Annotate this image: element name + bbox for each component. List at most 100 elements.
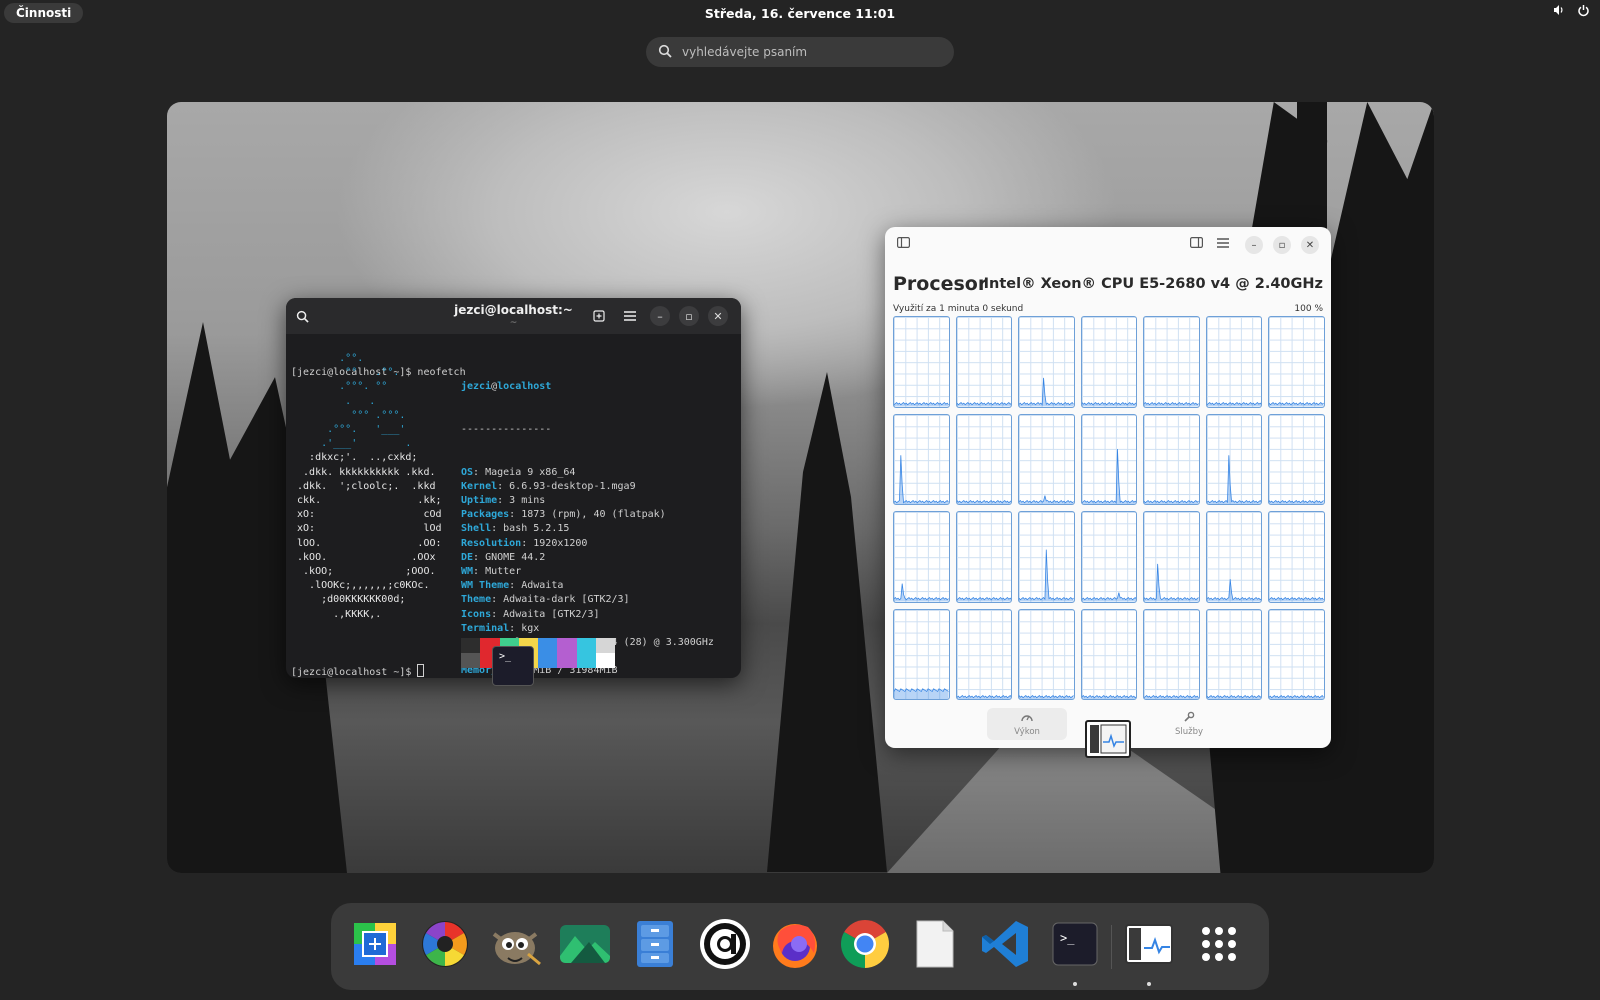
terminal-window-icon[interactable]: >_ bbox=[492, 646, 534, 686]
terminal-icon: >_ bbox=[1052, 922, 1098, 970]
ascii-line: ;d00KKKKKK00d; bbox=[291, 594, 406, 606]
minimize-icon[interactable]: – bbox=[650, 306, 670, 326]
palette-swatch bbox=[461, 653, 481, 668]
wrench-icon bbox=[1183, 711, 1195, 725]
ascii-line: .°°°. °° bbox=[291, 381, 388, 393]
panel-toggle-icon[interactable] bbox=[1190, 237, 1204, 252]
ascii-line: °° .°°. bbox=[291, 367, 400, 379]
ascii-line: .dkk. ';cloolc;. .kkd bbox=[291, 480, 436, 492]
letter-a-icon bbox=[699, 918, 751, 974]
terminal-title: jezci@localhost:~ bbox=[454, 303, 573, 317]
palette-swatch bbox=[538, 653, 558, 668]
running-indicator bbox=[1147, 982, 1151, 986]
firefox-app[interactable] bbox=[767, 918, 823, 974]
neofetch-info-line: DE: GNOME 44.2 bbox=[461, 551, 546, 563]
ascii-line: °°° .°°°. bbox=[291, 409, 406, 421]
neofetch-info-line: Resolution: 1920x1200 bbox=[461, 537, 588, 549]
firefox-icon bbox=[770, 919, 820, 973]
cpu-core-graph bbox=[1143, 413, 1200, 505]
ascii-line: .°°°. '___' bbox=[291, 424, 406, 436]
monitor-header[interactable]: – ▫ ✕ bbox=[885, 227, 1331, 263]
cpu-core-graph bbox=[1268, 608, 1325, 700]
system-monitor-window[interactable]: – ▫ ✕ Procesor Intel® Xeon® CPU E5-2680 … bbox=[885, 227, 1331, 748]
terminal-header[interactable]: jezci@localhost:~ ~ – ▫ ✕ bbox=[286, 298, 741, 334]
dock: >_ bbox=[331, 903, 1269, 990]
cpu-core-graph bbox=[893, 511, 950, 603]
neofetch-info-line: Icons: Adwaita [GTK2/3] bbox=[461, 608, 600, 620]
anki-app[interactable] bbox=[697, 918, 753, 974]
menu-icon[interactable] bbox=[1217, 237, 1229, 252]
close-icon[interactable]: ✕ bbox=[1301, 236, 1319, 254]
ascii-line: .,KKKK,. bbox=[291, 608, 382, 620]
terminal-output[interactable]: [jezci@localhost ~]$ neofetch .°°. °° .°… bbox=[286, 334, 741, 678]
ascii-line: xO: cOd bbox=[291, 509, 442, 521]
terminal-cursor bbox=[417, 664, 425, 677]
cpu-core-graphs bbox=[893, 316, 1325, 700]
image-viewer-app[interactable] bbox=[557, 918, 613, 974]
cpu-core-graph bbox=[1080, 316, 1138, 408]
search-bar[interactable] bbox=[646, 37, 954, 67]
cpu-core-graph bbox=[1205, 316, 1263, 408]
system-monitor-app[interactable] bbox=[1121, 918, 1177, 986]
neofetch-separator: --------------- bbox=[461, 424, 552, 436]
color-picker-app[interactable] bbox=[347, 918, 403, 974]
neofetch-info-line: WM: Mutter bbox=[461, 566, 522, 578]
neofetch-info-line: WM Theme: Adwaita bbox=[461, 580, 564, 592]
color-grid-icon bbox=[351, 920, 399, 972]
tab-vykon[interactable]: Výkon bbox=[987, 708, 1067, 740]
gimp-app[interactable] bbox=[487, 918, 543, 974]
gimp-icon bbox=[488, 920, 542, 972]
tab-sluzby[interactable]: Služby bbox=[1149, 708, 1229, 740]
shotwell-app[interactable] bbox=[417, 918, 473, 974]
close-icon[interactable]: ✕ bbox=[708, 306, 728, 326]
palette-swatch bbox=[538, 638, 558, 653]
monitor-icon bbox=[1125, 924, 1173, 968]
cpu-core-graph bbox=[1268, 316, 1325, 408]
ascii-line: .°°. bbox=[291, 353, 364, 364]
maximize-icon[interactable]: ▫ bbox=[1273, 236, 1291, 254]
palette-swatch bbox=[595, 653, 615, 668]
cpu-core-graph bbox=[1018, 608, 1075, 700]
cpu-core-graph bbox=[1018, 316, 1075, 408]
search-input[interactable] bbox=[682, 45, 922, 59]
show-apps-button[interactable] bbox=[1191, 918, 1247, 974]
cpu-core-graph bbox=[1080, 413, 1138, 505]
aperture-icon bbox=[420, 919, 470, 973]
ascii-line: . . bbox=[291, 395, 376, 407]
monitor-title: Procesor bbox=[893, 273, 988, 295]
vscode-app[interactable] bbox=[977, 918, 1033, 974]
color-palette bbox=[461, 638, 615, 668]
minimize-icon[interactable]: – bbox=[1245, 236, 1263, 254]
palette-swatch bbox=[557, 653, 577, 668]
system-monitor-window-icon[interactable] bbox=[1085, 720, 1131, 758]
terminal-app[interactable]: >_ bbox=[1047, 918, 1103, 986]
palette-swatch bbox=[595, 638, 615, 653]
cpu-core-graph bbox=[955, 413, 1013, 505]
wallpaper-trees-middle bbox=[767, 372, 887, 872]
menu-icon[interactable] bbox=[620, 306, 640, 326]
palette-swatch bbox=[576, 638, 596, 653]
cpu-core-graph bbox=[893, 608, 950, 700]
terminal-prompt[interactable]: [jezci@localhost ~]$ bbox=[291, 664, 425, 678]
cpu-core-graph bbox=[893, 316, 950, 408]
cpu-core-graph bbox=[955, 608, 1013, 700]
cpu-core-graph bbox=[893, 413, 950, 505]
ascii-line: .kOO. .OOx bbox=[291, 551, 436, 563]
volume-icon[interactable] bbox=[1553, 4, 1565, 21]
activities-button[interactable]: Činnosti bbox=[4, 3, 84, 23]
power-icon[interactable] bbox=[1577, 4, 1590, 21]
document-app[interactable] bbox=[907, 918, 963, 974]
palette-swatch bbox=[461, 638, 481, 653]
terminal-window[interactable]: jezci@localhost:~ ~ – ▫ ✕ [jezci@localho… bbox=[286, 298, 741, 678]
files-app[interactable] bbox=[627, 918, 683, 974]
clock[interactable]: Středa, 16. července 11:01 bbox=[705, 6, 895, 21]
sidebar-toggle-icon[interactable] bbox=[897, 237, 911, 252]
usage-max: 100 % bbox=[1294, 304, 1323, 314]
system-tray[interactable] bbox=[1553, 4, 1590, 21]
new-tab-icon[interactable] bbox=[589, 306, 609, 326]
ascii-line: lOO. .OO: bbox=[291, 537, 442, 549]
chrome-app[interactable] bbox=[837, 918, 893, 974]
terminal-subtitle: ~ bbox=[509, 318, 518, 328]
neofetch-info-line: Shell: bash 5.2.15 bbox=[461, 523, 570, 535]
maximize-icon[interactable]: ▫ bbox=[679, 306, 699, 326]
